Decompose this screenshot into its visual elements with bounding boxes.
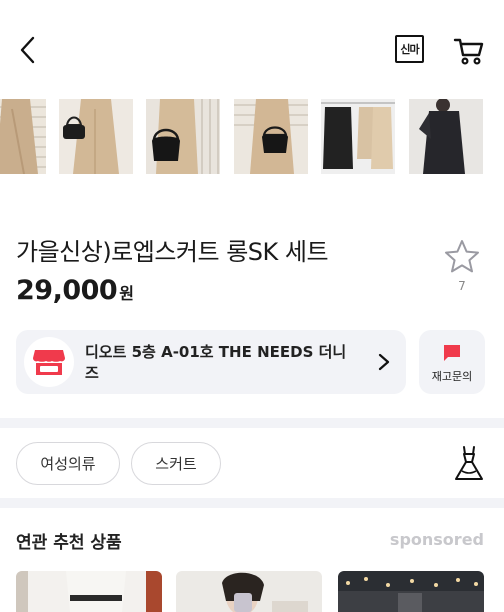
storefront-icon xyxy=(33,350,65,375)
stock-inquiry-button[interactable]: 재고문의 xyxy=(419,330,485,394)
price-unit: 원 xyxy=(119,284,134,303)
back-button[interactable] xyxy=(10,30,44,70)
store-card[interactable]: 디오트 5층 A-01호 THE NEEDS 더니즈 xyxy=(16,330,406,394)
product-image-gallery xyxy=(0,99,504,174)
favorite-count: 7 xyxy=(458,279,466,293)
store-name: 디오트 5층 A-01호 THE NEEDS 더니즈 xyxy=(85,343,347,382)
price-value: 29,000 xyxy=(16,275,118,306)
shinma-button[interactable]: 신마 xyxy=(395,35,424,63)
chip-label: 여성의류 xyxy=(40,455,96,473)
section-divider xyxy=(0,498,504,508)
category-chip-skirt[interactable]: 스커트 xyxy=(131,442,221,485)
store-icon-wrapper xyxy=(24,337,74,387)
favorite-button[interactable] xyxy=(442,237,482,277)
recommendations-title: 연관 추천 상품 xyxy=(16,533,122,553)
section-divider xyxy=(0,418,504,428)
cart-button[interactable] xyxy=(452,33,486,67)
gallery-thumbnail[interactable] xyxy=(59,99,133,174)
chevron-right-icon xyxy=(378,353,390,371)
flag-icon xyxy=(444,345,460,361)
chevron-left-icon xyxy=(20,36,35,64)
gallery-thumbnail[interactable] xyxy=(234,99,308,174)
recommended-product-card[interactable] xyxy=(16,571,162,612)
recommended-product-card[interactable] xyxy=(338,571,484,612)
cart-icon xyxy=(453,38,484,65)
star-icon xyxy=(445,240,479,273)
recommended-product-card[interactable] xyxy=(176,571,322,612)
product-price: 29,000 원 xyxy=(16,275,134,306)
gallery-thumbnail[interactable] xyxy=(409,99,483,174)
sponsored-label: sponsored xyxy=(389,530,484,549)
chip-label: 스커트 xyxy=(155,455,197,473)
category-dress-button[interactable] xyxy=(452,445,486,483)
dress-icon xyxy=(455,446,483,480)
top-bar: 신마 xyxy=(0,0,504,96)
gallery-thumbnail[interactable] xyxy=(321,99,395,174)
gallery-thumbnail[interactable] xyxy=(0,99,46,174)
product-title: 가을신상)로엡스커트 롱SK 세트 xyxy=(16,238,329,266)
gallery-thumbnail[interactable] xyxy=(146,99,220,174)
stock-inquiry-label: 재고문의 xyxy=(431,370,473,383)
category-chip-womens-clothing[interactable]: 여성의류 xyxy=(16,442,120,485)
shinma-label: 신마 xyxy=(400,43,419,56)
